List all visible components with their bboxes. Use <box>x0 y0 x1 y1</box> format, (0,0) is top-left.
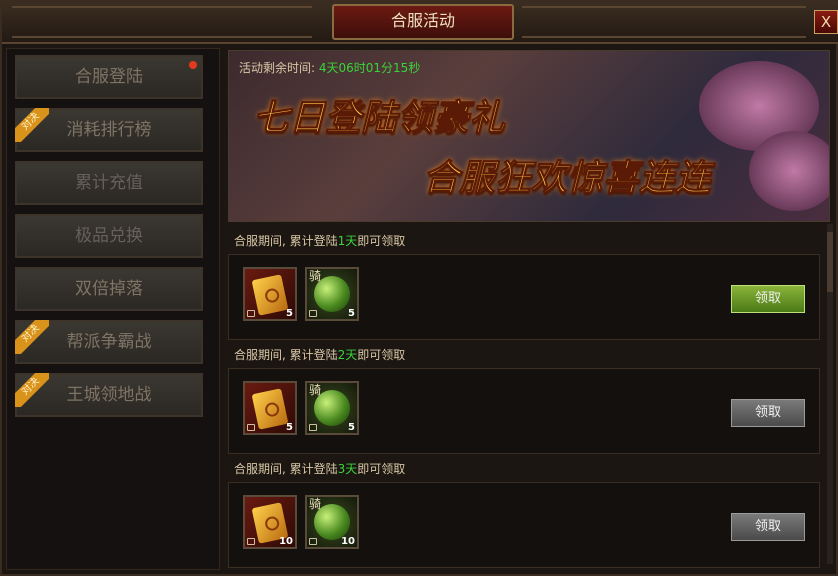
tab-label: 消耗排行榜 <box>66 120 152 140</box>
tab-cumulative-recharge[interactable]: 累计充值 <box>15 161 203 205</box>
ticket-item-icon[interactable]: 10 <box>243 495 297 549</box>
banner-headline-2: 合服狂欢惊喜连连 <box>422 158 712 200</box>
item-count: 10 <box>279 536 293 547</box>
title-ornament-left <box>12 6 312 38</box>
scrollbar[interactable] <box>827 224 833 564</box>
tab-merge-login[interactable]: 合服登陆 <box>15 55 203 99</box>
tab-guild-war[interactable]: 对决 帮派争霸战 <box>15 320 203 364</box>
bound-lock-icon <box>247 538 255 545</box>
countdown: 活动剩余时间: 4天06时01分15秒 <box>239 59 420 76</box>
reward-requirement: 合服期间, 累计登陆2天即可领取 <box>234 348 406 362</box>
blossom-decoration <box>749 131 829 211</box>
claim-button[interactable]: 领取 <box>731 399 805 427</box>
window-title: 合服活动 <box>332 4 514 40</box>
mount-orb-item-icon[interactable]: 骑 5 <box>305 267 359 321</box>
banner-headline-1: 七日登陆领豪礼 <box>252 98 506 140</box>
countdown-label: 活动剩余时间: <box>239 61 316 75</box>
bound-lock-icon <box>309 424 317 431</box>
item-count: 5 <box>286 422 293 433</box>
close-button[interactable]: X <box>814 10 838 34</box>
duel-ribbon: 对决 <box>15 373 49 407</box>
item-count: 10 <box>341 536 355 547</box>
activity-window: 合服活动 X 合服登陆 对决 消耗排行榜 累计充值 极品兑换 双倍掉落 对决 帮… <box>0 0 838 576</box>
title-ornament-right <box>522 6 806 38</box>
item-count: 5 <box>286 308 293 319</box>
tab-label: 帮派争霸战 <box>66 332 152 352</box>
tab-double-drop[interactable]: 双倍掉落 <box>15 267 203 311</box>
mount-label: 骑 <box>309 497 322 511</box>
tab-premium-exchange[interactable]: 极品兑换 <box>15 214 203 258</box>
bound-lock-icon <box>309 538 317 545</box>
mount-orb-item-icon[interactable]: 骑 10 <box>305 495 359 549</box>
ticket-item-icon[interactable]: 5 <box>243 381 297 435</box>
reward-card: 10 骑 10 领取 <box>228 482 820 568</box>
bound-lock-icon <box>247 424 255 431</box>
ticket-item-icon[interactable]: 5 <box>243 267 297 321</box>
sidebar: 合服登陆 对决 消耗排行榜 累计充值 极品兑换 双倍掉落 对决 帮派争霸战 对决… <box>6 48 220 570</box>
reward-card: 5 骑 5 领取 <box>228 368 820 454</box>
mount-label: 骑 <box>309 383 322 397</box>
item-count: 5 <box>348 308 355 319</box>
tab-label: 双倍掉落 <box>75 279 143 299</box>
tab-castle-territory-war[interactable]: 对决 王城领地战 <box>15 373 203 417</box>
bound-lock-icon <box>247 310 255 317</box>
content-panel: 活动剩余时间: 4天06时01分15秒 七日登陆领豪礼 合服狂欢惊喜连连 合服期… <box>224 48 836 570</box>
tab-label: 极品兑换 <box>75 226 143 246</box>
tab-consumption-ranking[interactable]: 对决 消耗排行榜 <box>15 108 203 152</box>
duel-ribbon: 对决 <box>15 108 49 142</box>
reward-requirement: 合服期间, 累计登陆3天即可领取 <box>234 462 406 476</box>
countdown-value: 4天06时01分15秒 <box>318 61 421 75</box>
title-bar: 合服活动 X <box>2 2 838 44</box>
tab-label: 王城领地战 <box>66 385 152 405</box>
reward-card: 5 骑 5 领取 <box>228 254 820 340</box>
reward-requirement: 合服期间, 累计登陆1天即可领取 <box>234 234 406 248</box>
mount-orb-item-icon[interactable]: 骑 5 <box>305 381 359 435</box>
item-count: 5 <box>348 422 355 433</box>
claim-button[interactable]: 领取 <box>731 285 805 313</box>
duel-ribbon: 对决 <box>15 320 49 354</box>
scrollbar-thumb[interactable] <box>827 232 833 292</box>
bound-lock-icon <box>309 310 317 317</box>
tab-label: 累计充值 <box>75 173 143 193</box>
notification-dot-icon <box>189 61 197 69</box>
event-banner: 活动剩余时间: 4天06时01分15秒 七日登陆领豪礼 合服狂欢惊喜连连 <box>228 50 830 222</box>
mount-label: 骑 <box>309 269 322 283</box>
claim-button[interactable]: 领取 <box>731 513 805 541</box>
tab-label: 合服登陆 <box>75 67 143 87</box>
